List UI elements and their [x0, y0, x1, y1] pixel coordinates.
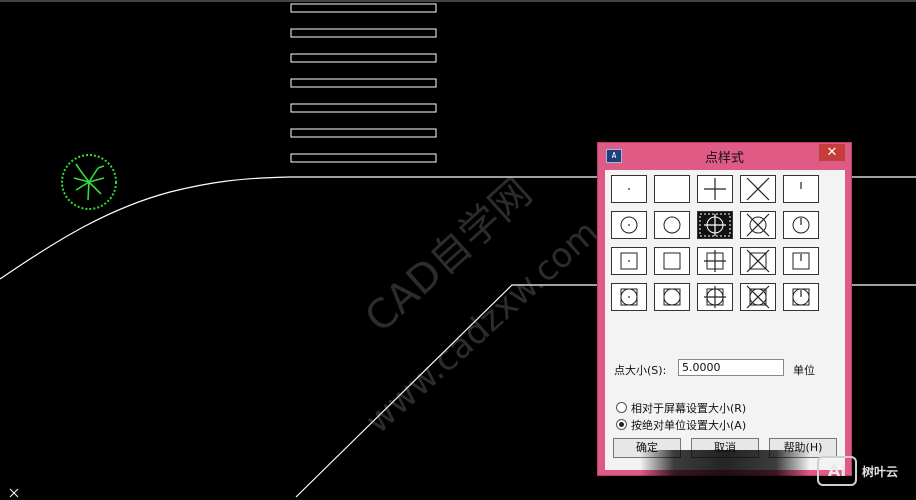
point-style-square-circle[interactable] — [654, 283, 690, 311]
point-style-dialog[interactable]: A 点样式 ✕ 点大小(S): 单位 相对于屏幕设置大小(R) 按绝对单位设置大… — [597, 142, 852, 476]
point-style-tick[interactable] — [783, 175, 819, 203]
blur-overlay — [640, 450, 810, 480]
tree-symbol-icon — [61, 154, 117, 210]
point-style-x[interactable] — [740, 175, 776, 203]
absolute-size-radio[interactable] — [616, 419, 627, 430]
logo-badge: AI — [817, 456, 857, 486]
point-style-circle-plus[interactable] — [697, 211, 733, 239]
absolute-size-label[interactable]: 按绝对单位设置大小(A) — [631, 417, 746, 433]
point-style-circle-x[interactable] — [740, 211, 776, 239]
relative-size-label[interactable]: 相对于屏幕设置大小(R) — [631, 400, 746, 416]
point-style-circle-dot[interactable] — [611, 211, 647, 239]
point-style-circle-tick[interactable] — [783, 211, 819, 239]
point-style-square[interactable] — [654, 247, 690, 275]
relative-size-radio[interactable] — [616, 402, 627, 413]
unit-label: 单位 — [793, 364, 815, 377]
point-style-none[interactable] — [654, 175, 690, 203]
point-style-plus[interactable] — [697, 175, 733, 203]
stripe-rect — [290, 103, 437, 113]
stripe-rect — [290, 153, 437, 163]
road-lower-line — [295, 284, 600, 498]
point-style-square-circle-x[interactable] — [740, 283, 776, 311]
close-icon[interactable]: ✕ — [819, 144, 845, 161]
point-style-dot[interactable] — [611, 175, 647, 203]
point-style-square-circle-plus[interactable] — [697, 283, 733, 311]
dialog-title: 点样式 — [704, 151, 744, 166]
point-style-square-x[interactable] — [740, 247, 776, 275]
point-style-square-plus[interactable] — [697, 247, 733, 275]
point-style-square-dot[interactable] — [611, 247, 647, 275]
dialog-title-bar[interactable]: A 点样式 ✕ — [598, 143, 851, 169]
stripe-rect — [290, 128, 437, 138]
point-style-square-circle-tick[interactable] — [783, 283, 819, 311]
point-size-input[interactable] — [678, 359, 784, 376]
ucs-marker-icon — [9, 488, 19, 498]
stripe-rect — [290, 78, 437, 88]
stripe-rect — [290, 53, 437, 63]
point-style-circle[interactable] — [654, 211, 690, 239]
point-style-square-tick[interactable] — [783, 247, 819, 275]
point-size-label: 点大小(S): — [614, 364, 667, 377]
stripe-rect — [290, 28, 437, 38]
stripe-rect — [290, 3, 437, 13]
point-style-square-circle-dot[interactable] — [611, 283, 647, 311]
logo-text: 树叶云 — [862, 465, 899, 479]
dialog-client-area: 点大小(S): 单位 相对于屏幕设置大小(R) 按绝对单位设置大小(A) 确定 … — [605, 170, 845, 470]
